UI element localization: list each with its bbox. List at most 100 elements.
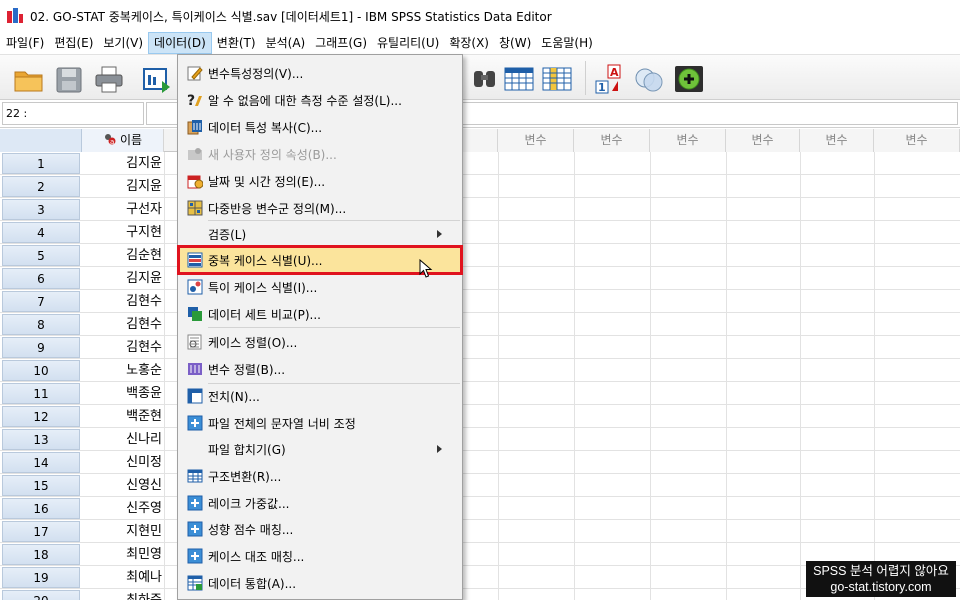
row-number[interactable]: 7 xyxy=(2,291,80,312)
cell-name[interactable]: 백준현 xyxy=(82,405,164,428)
table-row: 16 신주영 xyxy=(0,497,960,520)
row-number[interactable]: 6 xyxy=(2,268,80,289)
print-icon[interactable] xyxy=(92,63,126,95)
use-sets-icon[interactable] xyxy=(632,63,666,95)
column-header-var[interactable]: 변수 xyxy=(874,129,960,152)
cell-name[interactable]: 백종윤 xyxy=(82,382,164,405)
cell-name[interactable]: 김현수 xyxy=(82,290,164,313)
insert-cases-icon[interactable] xyxy=(502,63,536,95)
row-number[interactable]: 15 xyxy=(2,475,80,496)
grid-corner[interactable] xyxy=(0,129,82,152)
table-row: 8 김현수 xyxy=(0,313,960,336)
cell-name[interactable]: 김현수 xyxy=(82,336,164,359)
menu-edit[interactable]: 편집(E) xyxy=(49,32,98,54)
menu-item-identify-unusual-cases[interactable]: 특이 케이스 식별(I)... xyxy=(180,275,460,299)
menu-item-new-custom-attribute[interactable]: 새 사용자 정의 속성(B)... xyxy=(180,142,460,166)
cell-name[interactable]: 신주영 xyxy=(82,497,164,520)
restructure-icon xyxy=(187,468,203,484)
menu-item-sort-cases[interactable]: 케이스 정렬(O)... xyxy=(180,330,460,354)
column-header-var[interactable] xyxy=(462,129,498,152)
row-number[interactable]: 14 xyxy=(2,452,80,473)
menu-view[interactable]: 보기(V) xyxy=(98,32,148,54)
column-header-var[interactable]: 변수 xyxy=(650,129,726,152)
menu-bar: 파일(F) 편집(E) 보기(V) 데이터(D) 변환(T) 분석(A) 그래프… xyxy=(0,32,960,54)
menu-transform[interactable]: 변환(T) xyxy=(212,32,261,54)
submenu-arrow-icon xyxy=(437,230,442,238)
menu-item-case-control-matching[interactable]: 케이스 대조 매칭... xyxy=(180,544,460,568)
cell-name[interactable]: 김지윤 xyxy=(82,152,164,175)
aggregate-icon xyxy=(187,575,203,591)
row-number[interactable]: 8 xyxy=(2,314,80,335)
value-labels-icon[interactable]: A1 xyxy=(594,63,628,95)
menu-analyze[interactable]: 분석(A) xyxy=(261,32,311,54)
menu-item-restructure[interactable]: 구조변환(R)... xyxy=(180,464,460,488)
column-header-var[interactable]: 변수 xyxy=(574,129,650,152)
row-number[interactable]: 9 xyxy=(2,337,80,358)
cell-name[interactable]: 최민영 xyxy=(82,543,164,566)
row-number[interactable]: 13 xyxy=(2,429,80,450)
menu-file[interactable]: 파일(F) xyxy=(1,32,49,54)
plus-icon xyxy=(187,415,203,431)
menu-item-copy-data-properties[interactable]: 데이터 특성 복사(C)... xyxy=(180,115,460,139)
open-folder-icon[interactable] xyxy=(12,63,46,95)
cell-name[interactable]: 구지현 xyxy=(82,221,164,244)
cell-name[interactable]: 최하준 xyxy=(82,589,164,600)
row-number[interactable]: 12 xyxy=(2,406,80,427)
column-header-var[interactable]: 변수 xyxy=(498,129,574,152)
cell-reference-box[interactable]: 22 : xyxy=(2,102,144,125)
menu-item-adjust-string-widths[interactable]: 파일 전체의 문자열 너비 조정 xyxy=(180,411,460,435)
menu-window[interactable]: 창(W) xyxy=(494,32,536,54)
menu-item-transpose[interactable]: 전치(N)... xyxy=(180,384,460,408)
menu-item-sort-variables[interactable]: 변수 정렬(B)... xyxy=(180,357,460,381)
cell-name[interactable]: 신영신 xyxy=(82,474,164,497)
row-number[interactable]: 19 xyxy=(2,567,80,588)
cell-name[interactable]: 구선자 xyxy=(82,198,164,221)
insert-variable-icon[interactable] xyxy=(540,63,574,95)
cell-name[interactable]: 지현민 xyxy=(82,520,164,543)
menu-item-label: 파일 전체의 문자열 너비 조정 xyxy=(208,416,356,431)
column-header-name[interactable]: a 이름 xyxy=(82,129,164,152)
menu-item-validation[interactable]: 검증(L) xyxy=(180,222,460,246)
column-header-var[interactable]: 변수 xyxy=(726,129,800,152)
row-number[interactable]: 18 xyxy=(2,544,80,565)
menu-item-rake-weights[interactable]: 레이크 가중값... xyxy=(180,491,460,515)
cell-name[interactable]: 김지윤 xyxy=(82,175,164,198)
menu-extensions[interactable]: 확장(X) xyxy=(444,32,494,54)
cell-name[interactable]: 최예나 xyxy=(82,566,164,589)
cell-name[interactable]: 노홍순 xyxy=(82,359,164,382)
save-icon[interactable] xyxy=(52,63,86,95)
row-number[interactable]: 4 xyxy=(2,222,80,243)
cell-name[interactable]: 김순현 xyxy=(82,244,164,267)
menu-utilities[interactable]: 유틸리티(U) xyxy=(372,32,444,54)
menu-item-define-multiple-response[interactable]: 다중반응 변수군 정의(M)... xyxy=(180,196,460,220)
menu-item-aggregate[interactable]: 데이터 통합(A)... xyxy=(180,571,460,595)
menu-item-define-properties[interactable]: 변수특성정의(V)... xyxy=(180,61,460,85)
row-number[interactable]: 1 xyxy=(2,153,80,174)
menu-graphs[interactable]: 그래프(G) xyxy=(310,32,372,54)
row-number[interactable]: 10 xyxy=(2,360,80,381)
menu-help[interactable]: 도움말(H) xyxy=(536,32,598,54)
row-number[interactable]: 20 xyxy=(2,590,80,600)
column-header-var[interactable]: 변수 xyxy=(800,129,874,152)
menu-data[interactable]: 데이터(D) xyxy=(148,32,212,54)
row-number[interactable]: 11 xyxy=(2,383,80,404)
menu-item-propensity-score-matching[interactable]: 성향 점수 매칭... xyxy=(180,517,460,541)
row-number[interactable]: 2 xyxy=(2,176,80,197)
row-number[interactable]: 3 xyxy=(2,199,80,220)
find-icon[interactable] xyxy=(468,63,502,95)
cell-name[interactable]: 신미정 xyxy=(82,451,164,474)
cell-name[interactable]: 김현수 xyxy=(82,313,164,336)
menu-item-define-date-time[interactable]: 날짜 및 시간 정의(E)... xyxy=(180,169,460,193)
menu-item-identify-duplicate-cases[interactable]: 중복 케이스 식별(U)... xyxy=(177,245,463,275)
menu-item-compare-datasets[interactable]: 데이터 세트 비교(P)... xyxy=(180,302,460,326)
add-extension-icon[interactable] xyxy=(672,63,706,95)
row-number[interactable]: 16 xyxy=(2,498,80,519)
row-number[interactable]: 17 xyxy=(2,521,80,542)
menu-item-merge-files[interactable]: 파일 합치기(G) xyxy=(180,437,460,461)
cell-name[interactable]: 신나리 xyxy=(82,428,164,451)
cell-name[interactable]: 김지윤 xyxy=(82,267,164,290)
menu-item-label: 변수특성정의(V)... xyxy=(208,66,304,81)
row-number[interactable]: 5 xyxy=(2,245,80,266)
recall-dialog-icon[interactable] xyxy=(140,63,174,95)
menu-item-set-measurement-level[interactable]: ? 알 수 없음에 대한 측정 수준 설정(L)... xyxy=(180,88,460,112)
